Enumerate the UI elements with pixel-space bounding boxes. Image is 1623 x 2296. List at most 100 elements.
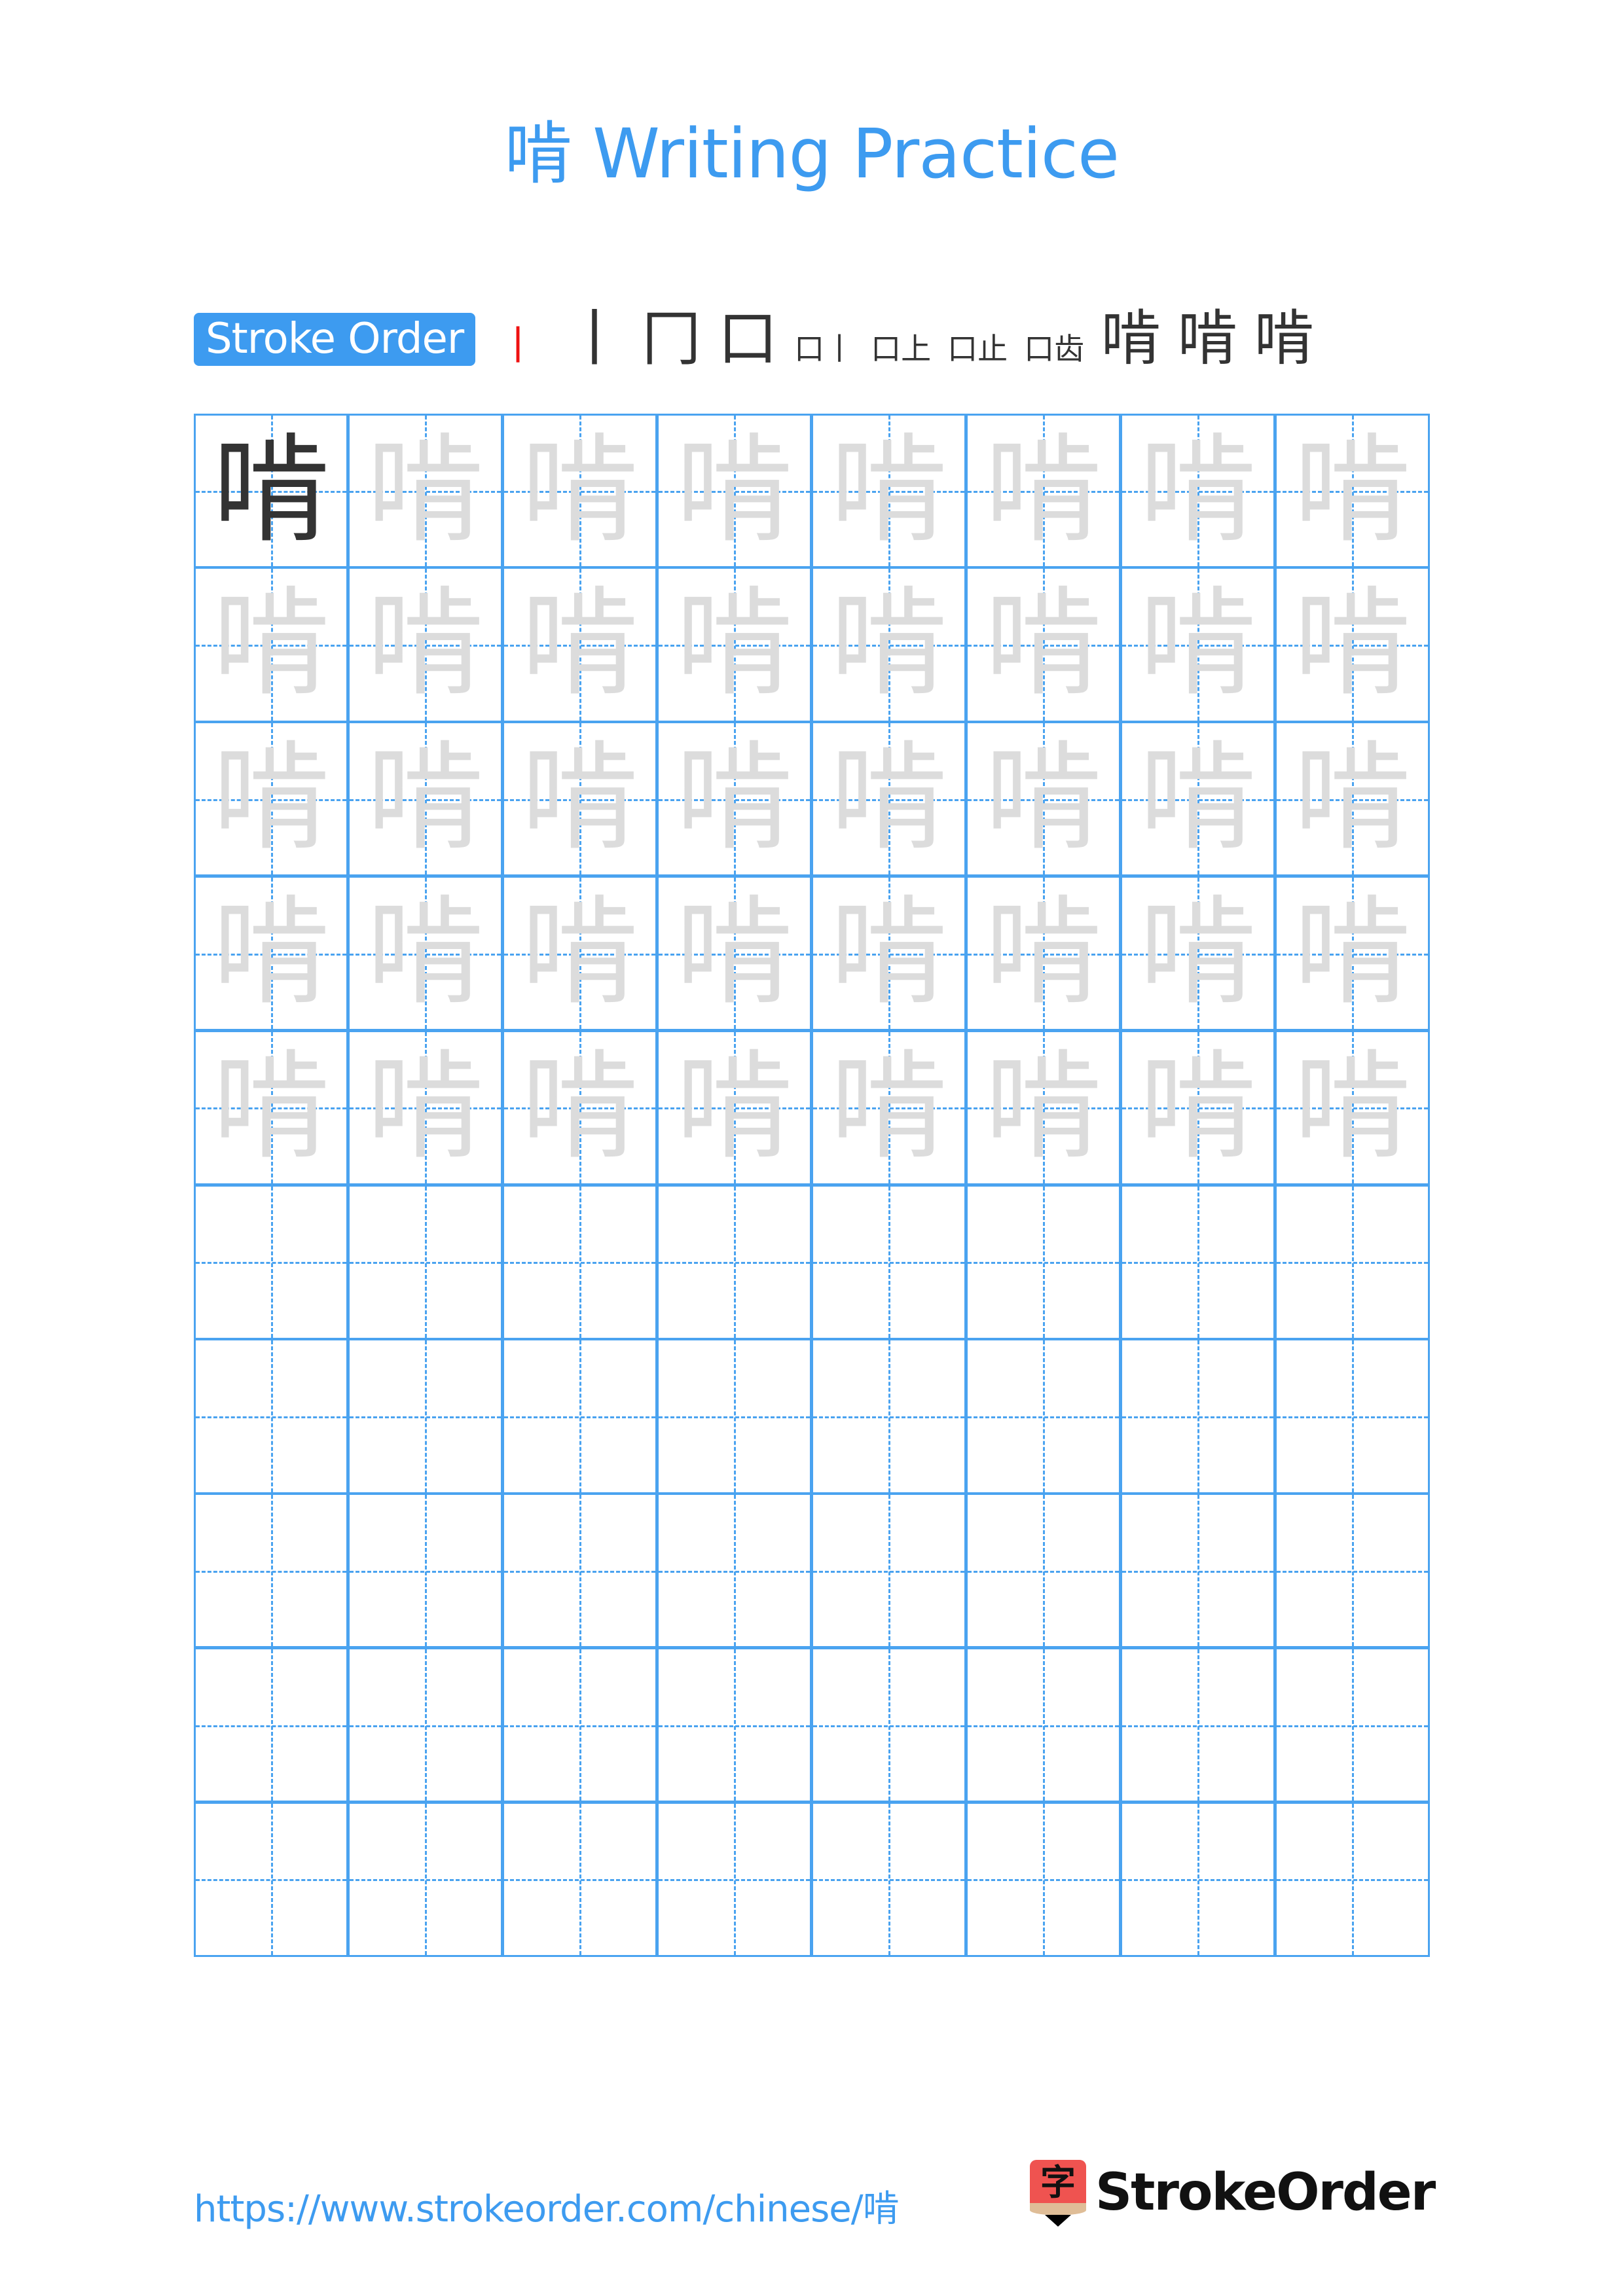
practice-cell[interactable]: 啃 (656, 414, 812, 568)
practice-cell[interactable]: 啃 (1120, 1030, 1275, 1185)
practice-cell[interactable] (965, 1493, 1121, 1649)
practice-cell[interactable] (656, 1184, 812, 1340)
practice-cell[interactable] (501, 1184, 657, 1340)
practice-cell[interactable] (811, 1338, 966, 1494)
practice-cell[interactable]: 啃 (347, 721, 503, 877)
guide-line-vertical (888, 1803, 891, 1955)
practice-cell[interactable] (194, 1801, 348, 1957)
practice-cell[interactable]: 啃 (1120, 875, 1275, 1031)
practice-cell[interactable]: 啃 (347, 875, 503, 1031)
practice-cell[interactable] (347, 1801, 503, 1957)
practice-cell[interactable] (501, 1647, 657, 1803)
practice-cell[interactable]: 啃 (965, 567, 1121, 723)
practice-cell[interactable]: 啃 (811, 721, 966, 877)
practice-cell[interactable] (656, 1493, 812, 1649)
practice-cell[interactable]: 啃 (656, 875, 812, 1031)
practice-cell[interactable]: 啃 (1274, 567, 1430, 723)
practice-cell[interactable] (656, 1801, 812, 1957)
practice-cell[interactable]: 啃 (194, 1030, 348, 1185)
practice-cell[interactable]: 啃 (347, 1030, 503, 1185)
practice-cell[interactable]: 啃 (1274, 875, 1430, 1031)
strokeorder-logo[interactable]: 字 StrokeOrder (1030, 2160, 1436, 2227)
trace-character: 啃 (520, 423, 639, 560)
guide-line-vertical (888, 1340, 891, 1492)
practice-cell[interactable] (194, 1647, 348, 1803)
practice-cell[interactable]: 啃 (1274, 414, 1430, 568)
practice-cell[interactable]: 啃 (656, 567, 812, 723)
practice-cell[interactable] (811, 1493, 966, 1649)
practice-cell[interactable] (347, 1493, 503, 1649)
practice-cell[interactable] (1120, 1493, 1275, 1649)
practice-cell[interactable]: 啃 (194, 567, 348, 723)
practice-cell[interactable] (194, 1184, 348, 1340)
practice-cell[interactable] (656, 1647, 812, 1803)
guide-line-vertical (1197, 1803, 1200, 1955)
guide-line-vertical (271, 1186, 273, 1338)
trace-character: 啃 (984, 1039, 1103, 1176)
practice-cell[interactable]: 啃 (501, 1030, 657, 1185)
practice-cell[interactable]: 啃 (194, 875, 348, 1031)
practice-cell[interactable] (1120, 1801, 1275, 1957)
practice-cell[interactable]: 啃 (1274, 721, 1430, 877)
practice-cell[interactable]: 啃 (965, 875, 1121, 1031)
practice-cell[interactable]: 啃 (811, 567, 966, 723)
practice-cell[interactable]: 啃 (1274, 1030, 1430, 1185)
practice-cell[interactable]: 啃 (656, 721, 812, 877)
practice-cell[interactable] (811, 1184, 966, 1340)
practice-cell[interactable]: 啃 (1120, 414, 1275, 568)
practice-cell[interactable] (1274, 1184, 1430, 1340)
trace-character: 啃 (984, 576, 1103, 713)
stroke-step-done: 冂 (641, 304, 702, 374)
stroke-step-1: 丨 (482, 300, 554, 378)
guide-line-vertical (1352, 1649, 1355, 1801)
practice-cell[interactable]: 啃 (965, 414, 1121, 568)
practice-cell[interactable] (811, 1647, 966, 1803)
practice-cell[interactable]: 啃 (1120, 721, 1275, 877)
practice-cell[interactable]: 啃 (811, 875, 966, 1031)
footer-url-link[interactable]: https://www.strokeorder.com/chinese/啃 (194, 2179, 900, 2233)
practice-cell[interactable] (1274, 1338, 1430, 1494)
stroke-step-2: 丨𠃍 (558, 300, 630, 378)
practice-cell[interactable] (656, 1338, 812, 1494)
practice-cell[interactable]: 啃 (501, 875, 657, 1031)
practice-cell[interactable]: 啃 (501, 721, 657, 877)
practice-cell[interactable]: 啃 (965, 1030, 1121, 1185)
practice-cell[interactable]: 啃 (656, 1030, 812, 1185)
practice-cell[interactable] (1120, 1647, 1275, 1803)
practice-cell[interactable]: 啃 (501, 414, 657, 568)
practice-cell[interactable] (194, 1493, 348, 1649)
practice-grid: 啃啃啃啃啃啃啃啃啃啃啃啃啃啃啃啃啃啃啃啃啃啃啃啃啃啃啃啃啃啃啃啃啃啃啃啃啃啃啃啃 (194, 414, 1430, 1957)
practice-cell[interactable] (501, 1801, 657, 1957)
guide-line-vertical (1197, 1495, 1200, 1647)
practice-cell[interactable]: 啃 (811, 414, 966, 568)
trace-character: 啃 (984, 884, 1103, 1022)
practice-cell[interactable]: 啃 (811, 1030, 966, 1185)
practice-cell[interactable] (501, 1338, 657, 1494)
practice-cell[interactable]: 啃 (501, 567, 657, 723)
trace-character: 啃 (1293, 1039, 1412, 1176)
practice-cell[interactable] (965, 1647, 1121, 1803)
practice-cell[interactable]: 啃 (965, 721, 1121, 877)
practice-cell[interactable] (194, 1338, 348, 1494)
practice-cell[interactable] (347, 1338, 503, 1494)
practice-cell[interactable]: 啃 (347, 567, 503, 723)
practice-cell[interactable] (347, 1184, 503, 1340)
practice-cell[interactable]: 啃 (347, 414, 503, 568)
practice-cell[interactable] (811, 1801, 966, 1957)
trace-character: 啃 (211, 730, 330, 868)
practice-cell[interactable]: 啃 (194, 414, 348, 568)
practice-cell[interactable] (347, 1647, 503, 1803)
model-character: 啃 (211, 423, 330, 560)
practice-cell[interactable] (1120, 1338, 1275, 1494)
guide-line-vertical (425, 1186, 428, 1338)
practice-cell[interactable] (965, 1338, 1121, 1494)
practice-cell[interactable]: 啃 (1120, 567, 1275, 723)
practice-cell[interactable] (965, 1184, 1121, 1340)
practice-cell[interactable] (1274, 1647, 1430, 1803)
practice-cell[interactable] (965, 1801, 1121, 1957)
practice-cell[interactable] (1274, 1801, 1430, 1957)
practice-cell[interactable] (1274, 1493, 1430, 1649)
practice-cell[interactable] (1120, 1184, 1275, 1340)
practice-cell[interactable]: 啃 (194, 721, 348, 877)
practice-cell[interactable] (501, 1493, 657, 1649)
